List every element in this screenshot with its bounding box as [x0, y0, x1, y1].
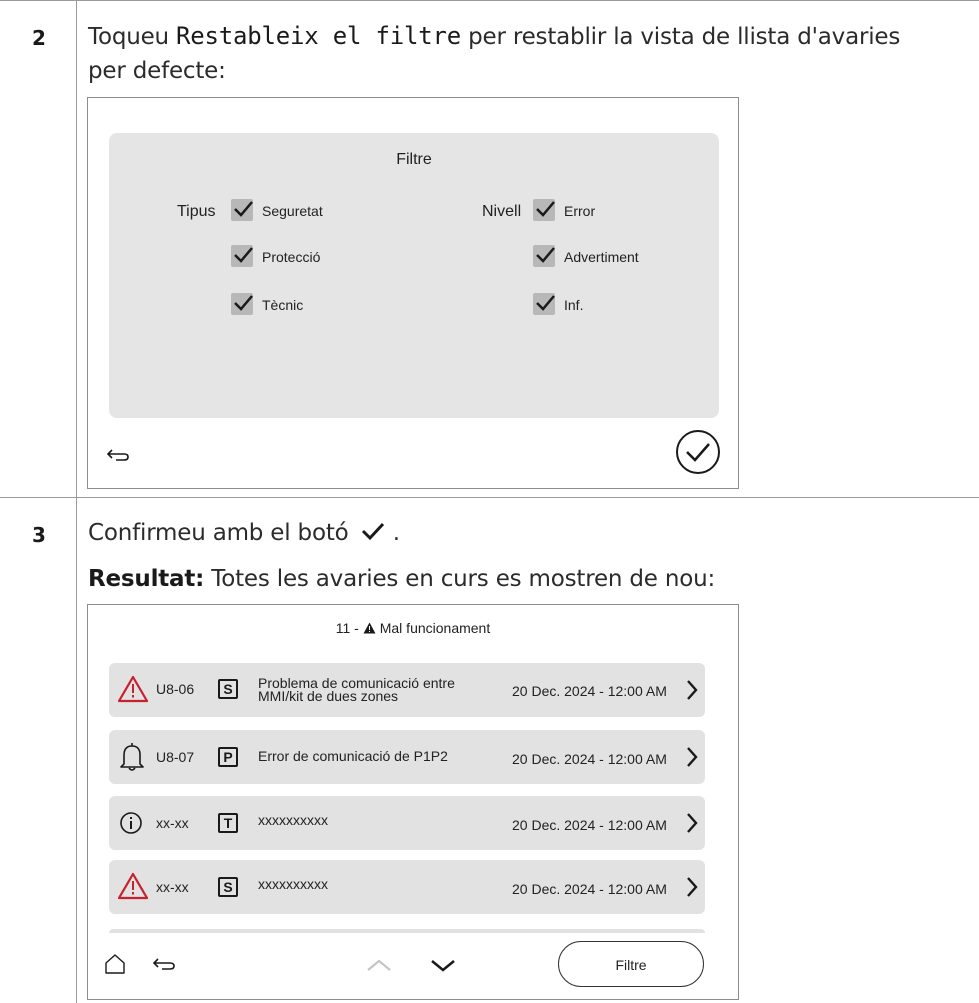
chevron-right-icon [687, 747, 698, 767]
table-row-divider [0, 497, 979, 498]
check-icon [536, 247, 555, 263]
type-badge: S [218, 877, 238, 897]
checkbox-proteccio[interactable] [231, 245, 253, 267]
step-instruction: Toqueu Restableix el filtre per restabli… [88, 19, 968, 88]
step-instruction: Confirmeu amb el botó . [88, 516, 968, 550]
instruction-line2: per defecte: [88, 58, 226, 84]
tipus-label: Tipus [177, 203, 216, 220]
title-prefix: 11 - [335, 620, 363, 636]
checkbox-seguretat[interactable] [231, 199, 253, 221]
bell-icon [120, 743, 144, 771]
checkbox-advertiment[interactable] [533, 245, 555, 267]
filter-screen: Filtre Tipus Nivell Seguretat Protecció … [87, 97, 739, 489]
type-badge: P [218, 747, 238, 767]
instruction-code: Restableix el filtre [176, 22, 462, 50]
chevron-right-icon [687, 680, 698, 700]
chevron-right-icon [687, 877, 698, 897]
fault-row[interactable]: xx-xx T xxxxxxxxxx 20 Dec. 2024 - 12:00 … [109, 796, 705, 850]
fault-code: U8-07 [156, 749, 195, 765]
fault-code: xx-xx [156, 879, 189, 895]
option-label: Inf. [564, 297, 584, 313]
type-badge: T [218, 813, 238, 833]
type-badge: S [218, 679, 238, 699]
filter-panel: Filtre Tipus Nivell Seguretat Protecció … [109, 133, 719, 418]
title-text: Mal funcionament [379, 620, 491, 636]
table-column-divider [76, 0, 77, 1003]
fault-code: U8-06 [156, 681, 195, 697]
fault-row[interactable]: xx-xx S xxxxxxxxxx 20 Dec. 2024 - 12:00 … [109, 860, 705, 914]
checkbox-inf[interactable] [533, 293, 555, 315]
warning-icon [117, 675, 149, 703]
result-text: Resultat: Totes les avaries en curs es m… [88, 562, 968, 596]
step-number: 3 [32, 523, 46, 547]
fault-code: xx-xx [156, 815, 189, 831]
filter-button[interactable]: Filtre [558, 941, 704, 987]
chevron-right-icon [687, 813, 698, 833]
step-number: 2 [32, 26, 46, 50]
fault-description: xxxxxxxxxx [258, 876, 328, 892]
check-icon [536, 295, 555, 311]
option-label: Seguretat [262, 203, 323, 219]
checkbox-error[interactable] [533, 199, 555, 221]
instruction-text-start: Toqueu [88, 24, 177, 50]
option-label: Protecció [262, 249, 321, 265]
fault-row-partial [109, 929, 705, 933]
home-icon[interactable] [104, 953, 126, 975]
nivell-label: Nivell [482, 203, 522, 220]
panel-title: Filtre [396, 151, 432, 168]
fault-date: 20 Dec. 2024 - 12:00 AM [512, 881, 667, 897]
back-arrow-icon[interactable] [152, 955, 176, 975]
check-icon [234, 201, 253, 217]
chevron-down-icon[interactable] [430, 959, 456, 973]
checkbox-tecnic[interactable] [231, 293, 253, 315]
check-circle-icon[interactable] [675, 429, 721, 475]
description-line: MMI/kit de dues zones [258, 688, 399, 704]
warning-icon [117, 872, 149, 900]
back-arrow-icon[interactable] [106, 444, 130, 464]
check-icon [234, 295, 253, 311]
screen-title: 11 - Mal funcionament [88, 620, 738, 636]
fault-date: 20 Dec. 2024 - 12:00 AM [512, 817, 667, 833]
instruction-text-end: per restablir la vista de llista d'avari… [461, 24, 901, 50]
fault-description: Problema de comunicació entre MMI/kit de… [258, 676, 455, 704]
instruction-period: . [392, 520, 400, 546]
table-top-border [0, 0, 979, 1]
fault-list-screen: 11 - Mal funcionament U8-06 S Problema d… [87, 604, 739, 1000]
fault-row[interactable]: U8-07 P Error de comunicació de P1P2 20 … [109, 730, 705, 784]
info-icon [120, 812, 142, 834]
fault-description: Error de comunicació de P1P2 [258, 748, 448, 764]
check-icon [234, 247, 253, 263]
warning-triangle-icon [363, 622, 376, 634]
fault-date: 20 Dec. 2024 - 12:00 AM [512, 683, 667, 699]
fault-date: 20 Dec. 2024 - 12:00 AM [512, 751, 667, 767]
check-icon [361, 522, 384, 541]
chevron-up-icon[interactable] [366, 958, 392, 972]
instruction-text: Confirmeu amb el botó [88, 520, 349, 546]
result-label: Resultat: [88, 566, 205, 592]
result-description: Totes les avaries en curs es mostren de … [204, 566, 716, 592]
option-label: Advertiment [564, 249, 639, 265]
option-label: Tècnic [262, 297, 304, 313]
option-label: Error [564, 203, 596, 219]
check-icon [536, 201, 555, 217]
fault-description: xxxxxxxxxx [258, 812, 328, 828]
fault-row[interactable]: U8-06 S Problema de comunicació entre MM… [109, 663, 705, 717]
